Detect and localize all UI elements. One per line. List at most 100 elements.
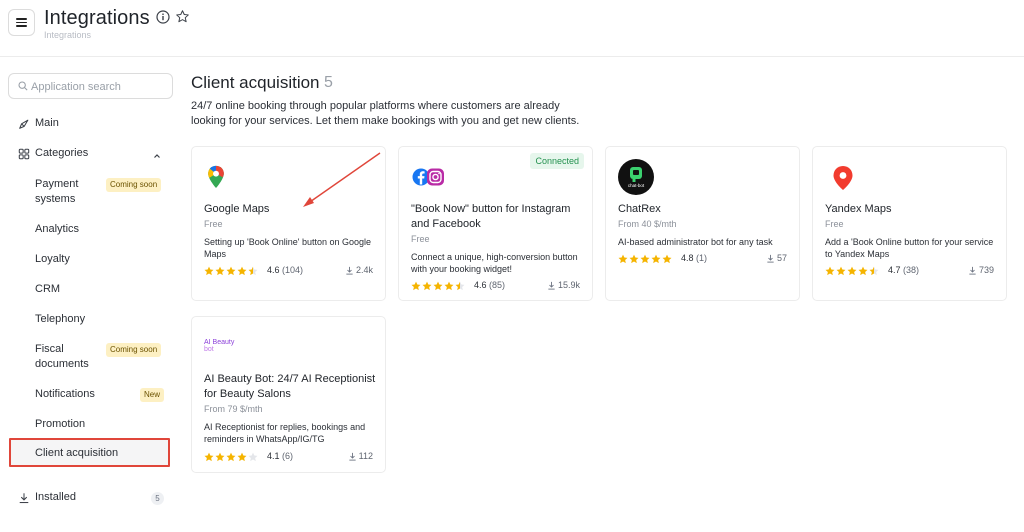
download-number: 15.9k — [557, 280, 580, 290]
star-filled-icon — [204, 266, 214, 276]
review-count: (1) — [696, 253, 708, 263]
star-filled-icon — [662, 254, 672, 264]
star-filled-icon — [618, 254, 628, 264]
section-description: 24/7 online booking through popular plat… — [191, 100, 580, 127]
sidebar-item-label: Installed — [35, 491, 76, 503]
star-filled-icon — [422, 281, 432, 291]
google-maps-icon — [208, 165, 224, 189]
card-description: AI-based administrator bot for any task — [618, 237, 773, 247]
integration-card-ai-beauty-bot[interactable]: AI Beauty bot AI Beauty Bot: 24/7 AI Rec… — [191, 316, 386, 473]
coming-soon-badge: Coming soon — [106, 178, 162, 192]
rating-value: 4.6 (104) — [267, 265, 303, 275]
review-count: (38) — [903, 265, 920, 275]
coming-soon-badge: Coming soon — [106, 343, 162, 357]
download-icon — [767, 254, 774, 263]
download-number: 57 — [776, 253, 787, 263]
hamburger-icon — [16, 18, 27, 27]
card-price: From 79 $/mth — [204, 404, 263, 414]
card-price: Free — [825, 219, 844, 229]
download-icon — [548, 281, 555, 290]
card-description: Add a 'Book Online button for your servi… — [825, 237, 994, 259]
red-arrow-annotation — [303, 152, 381, 207]
search-box[interactable] — [8, 73, 173, 99]
page-header: Integrations Integrations — [0, 0, 1024, 57]
card-description: Connect a unique, high-conversion button… — [411, 252, 578, 274]
star-filled-icon — [226, 266, 236, 276]
rating-number: 4.7 — [888, 265, 901, 275]
grid-icon — [18, 148, 30, 160]
card-title[interactable]: Yandex Maps — [825, 202, 891, 217]
new-badge: New — [140, 388, 165, 402]
sidebar-item-payment-systems[interactable]: Payment systems — [35, 177, 105, 207]
rating-stars — [618, 254, 672, 264]
breadcrumb[interactable]: Integrations — [44, 30, 91, 40]
star-filled-icon — [204, 452, 214, 462]
star-filled-icon — [215, 266, 225, 276]
chevron-up-icon[interactable] — [153, 152, 161, 160]
card-description: Setting up 'Book Online' button on Googl… — [204, 237, 372, 259]
page-title: Integrations — [44, 7, 150, 29]
card-title[interactable]: Google Maps — [204, 202, 269, 217]
facebook-instagram-icon — [412, 168, 444, 186]
star-filled-icon — [215, 452, 225, 462]
integration-card-yandex-maps[interactable]: Yandex Maps Free Add a 'Book Online butt… — [812, 146, 1007, 301]
star-outline-icon[interactable] — [175, 9, 190, 24]
download-count: 739 — [968, 265, 994, 275]
sidebar-item-label: Main — [35, 117, 59, 129]
card-title[interactable]: AI Beauty Bot: 24/7 AI Receptionist for … — [204, 372, 379, 402]
installed-count-badge: 5 — [151, 492, 164, 505]
rating-stars — [411, 281, 465, 291]
star-filled-icon — [226, 452, 236, 462]
logo-text: AI Beauty — [204, 339, 235, 346]
sidebar-item-notifications[interactable]: Notifications — [35, 387, 95, 402]
download-icon — [19, 493, 29, 504]
section-title: Client acquisition — [191, 73, 320, 92]
download-count: 112 — [348, 451, 373, 461]
download-icon — [969, 266, 976, 275]
sidebar-item-fiscal-documents[interactable]: Fiscal documents — [35, 342, 105, 372]
chatrex-logo: chat-bot — [618, 159, 654, 195]
star-filled-icon — [836, 266, 846, 276]
logo-text: bot — [204, 346, 214, 353]
rocket-icon — [19, 119, 29, 129]
download-number: 2.4k — [355, 265, 373, 275]
card-price: From 40 $/mth — [618, 219, 677, 229]
connected-badge: Connected — [530, 153, 584, 169]
star-filled-icon — [825, 266, 835, 276]
star-filled-icon — [237, 452, 247, 462]
star-filled-icon — [411, 281, 421, 291]
info-icon[interactable] — [156, 10, 170, 24]
integration-card-instagram-facebook[interactable]: Connected "Book Now" button for Instagra… — [398, 146, 593, 301]
rating-value: 4.1 (6) — [267, 451, 293, 461]
section-count: 5 — [324, 74, 333, 91]
sidebar-item-telephony[interactable]: Telephony — [35, 312, 85, 327]
card-title[interactable]: ChatRex — [618, 202, 661, 217]
star-filled-icon — [629, 254, 639, 264]
star-filled-icon — [847, 266, 857, 276]
sidebar-item-analytics[interactable]: Analytics — [35, 222, 79, 237]
sidebar-item-label: Categories — [35, 147, 89, 159]
card-description: AI Receptionist for replies, bookings an… — [204, 422, 366, 444]
star-filled-icon — [444, 281, 454, 291]
card-title[interactable]: "Book Now" button for Instagram and Face… — [411, 202, 586, 232]
review-count: (6) — [282, 451, 294, 461]
rating-number: 4.6 — [474, 280, 487, 290]
integration-card-chatrex[interactable]: chat-bot ChatRex From 40 $/mth AI-based … — [605, 146, 800, 301]
download-count: 57 — [766, 253, 787, 263]
star-filled-icon — [640, 254, 650, 264]
star-half-icon — [455, 281, 465, 291]
download-count: 15.9k — [547, 280, 580, 290]
menu-button[interactable] — [8, 9, 35, 36]
review-count: (85) — [489, 280, 506, 290]
search-icon — [18, 81, 28, 91]
rating-number: 4.6 — [267, 265, 280, 275]
star-half-icon — [248, 266, 258, 276]
star-filled-icon — [237, 266, 247, 276]
star-filled-icon — [433, 281, 443, 291]
sidebar-item-crm[interactable]: CRM — [35, 282, 60, 297]
sidebar-item-promotion[interactable]: Promotion — [35, 417, 85, 432]
search-input[interactable] — [31, 78, 169, 95]
sidebar-item-loyalty[interactable]: Loyalty — [35, 252, 70, 267]
sidebar-item-client-acquisition[interactable]: Client acquisition — [35, 446, 118, 461]
sidebar: Main Categories Payment systems Coming s… — [0, 57, 180, 532]
